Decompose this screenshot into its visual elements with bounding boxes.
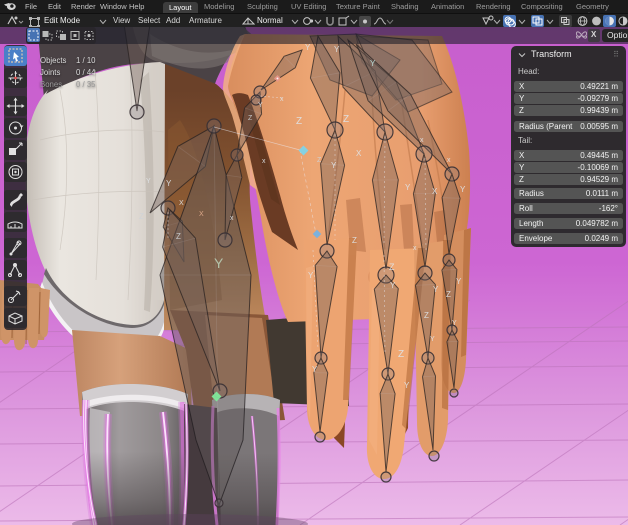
svg-text:Y: Y (430, 336, 435, 343)
svg-text:Y: Y (404, 381, 410, 390)
svg-text:Y: Y (452, 320, 457, 327)
svg-text:Z: Z (424, 311, 429, 320)
svg-text:Y: Y (312, 365, 318, 374)
svg-text:Z: Z (296, 116, 302, 127)
svg-text:x: x (262, 158, 266, 165)
svg-text:Z: Z (398, 349, 404, 360)
svg-text:Z: Z (352, 236, 357, 245)
svg-text:Y: Y (146, 178, 151, 185)
svg-text:Z: Z (317, 157, 322, 164)
svg-text:Y: Y (460, 185, 466, 194)
svg-text:Z: Z (389, 262, 395, 272)
svg-text:Y: Y (370, 59, 376, 68)
svg-text:Z: Z (176, 232, 181, 241)
svg-text:Y: Y (390, 281, 396, 290)
svg-text:Y: Y (214, 255, 224, 271)
svg-text:Y: Y (433, 285, 439, 294)
svg-text:Y: Y (331, 161, 337, 170)
svg-text:X: X (199, 211, 204, 218)
svg-text:Y: Y (166, 179, 172, 188)
svg-text:x: x (280, 96, 284, 103)
svg-text:Y: Y (405, 183, 411, 192)
svg-text:X: X (432, 187, 438, 196)
svg-text:X: X (179, 200, 184, 207)
svg-text:Y: Y (456, 277, 462, 286)
svg-text:x: x (413, 245, 417, 252)
svg-text:x: x (420, 137, 424, 144)
svg-text:X: X (356, 149, 362, 158)
svg-text:Z: Z (139, 212, 144, 221)
svg-text:Y: Y (334, 45, 340, 54)
svg-text:Y: Y (308, 271, 314, 280)
svg-text:Y: Y (258, 102, 263, 109)
svg-text:x: x (447, 157, 451, 164)
svg-text:Z: Z (248, 115, 253, 122)
svg-text:x: x (230, 215, 234, 222)
svg-text:Y: Y (305, 43, 311, 52)
svg-text:Z: Z (343, 114, 349, 125)
svg-text:Z: Z (446, 290, 451, 299)
